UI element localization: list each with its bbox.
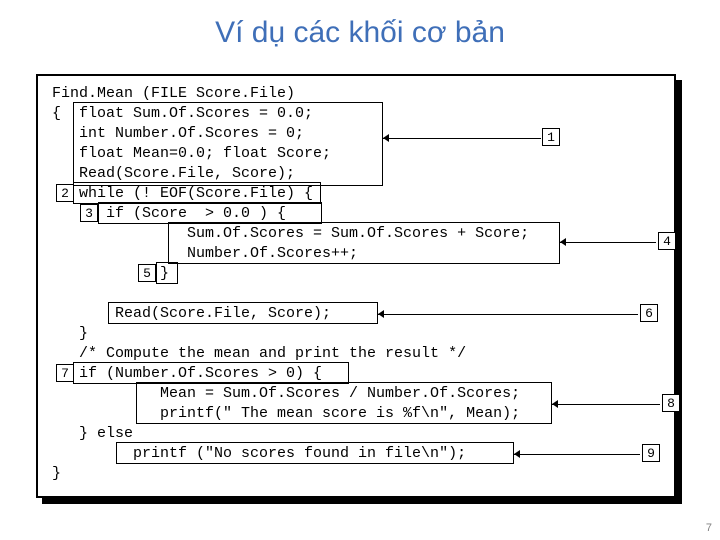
block-5-label: 5 — [138, 264, 156, 282]
code-box: Find.Mean (FILE Score.File) { float Sum.… — [36, 74, 676, 498]
block-6-label: 6 — [640, 304, 658, 322]
arrow-icon — [383, 138, 541, 139]
code-container: Find.Mean (FILE Score.File) { float Sum.… — [36, 74, 676, 504]
block-9-label: 9 — [642, 444, 660, 462]
block-1-label: 1 — [542, 128, 560, 146]
slide-title: Ví dụ các khối cơ bản — [0, 0, 720, 62]
block-3-box — [98, 202, 322, 224]
code-line: } — [52, 465, 61, 482]
block-3-label: 3 — [80, 204, 98, 222]
code-line: /* Compute the mean and print the result… — [52, 345, 466, 362]
arrow-icon — [552, 404, 660, 405]
block-7-box — [73, 362, 349, 384]
arrowhead-icon — [383, 134, 389, 142]
code-line: } else — [52, 425, 133, 442]
code-line: } — [52, 325, 88, 342]
arrow-icon — [514, 454, 640, 455]
block-8-box — [136, 382, 552, 424]
arrowhead-icon — [552, 400, 558, 408]
arrowhead-icon — [514, 450, 520, 458]
block-8-label: 8 — [662, 394, 680, 412]
block-4-label: 4 — [658, 232, 676, 250]
arrow-icon — [378, 314, 638, 315]
page-number: 7 — [706, 522, 712, 534]
block-2-box — [73, 182, 321, 204]
block-5-box — [156, 262, 178, 284]
block-7-label: 7 — [56, 364, 74, 382]
block-1-box — [73, 102, 383, 186]
block-6-box — [108, 302, 378, 324]
block-9-box — [116, 442, 514, 464]
code-line: Find.Mean (FILE Score.File) — [52, 85, 295, 102]
arrow-icon — [560, 242, 656, 243]
block-4-box — [168, 222, 560, 264]
arrowhead-icon — [378, 310, 384, 318]
arrowhead-icon — [560, 238, 566, 246]
block-2-label: 2 — [56, 184, 74, 202]
